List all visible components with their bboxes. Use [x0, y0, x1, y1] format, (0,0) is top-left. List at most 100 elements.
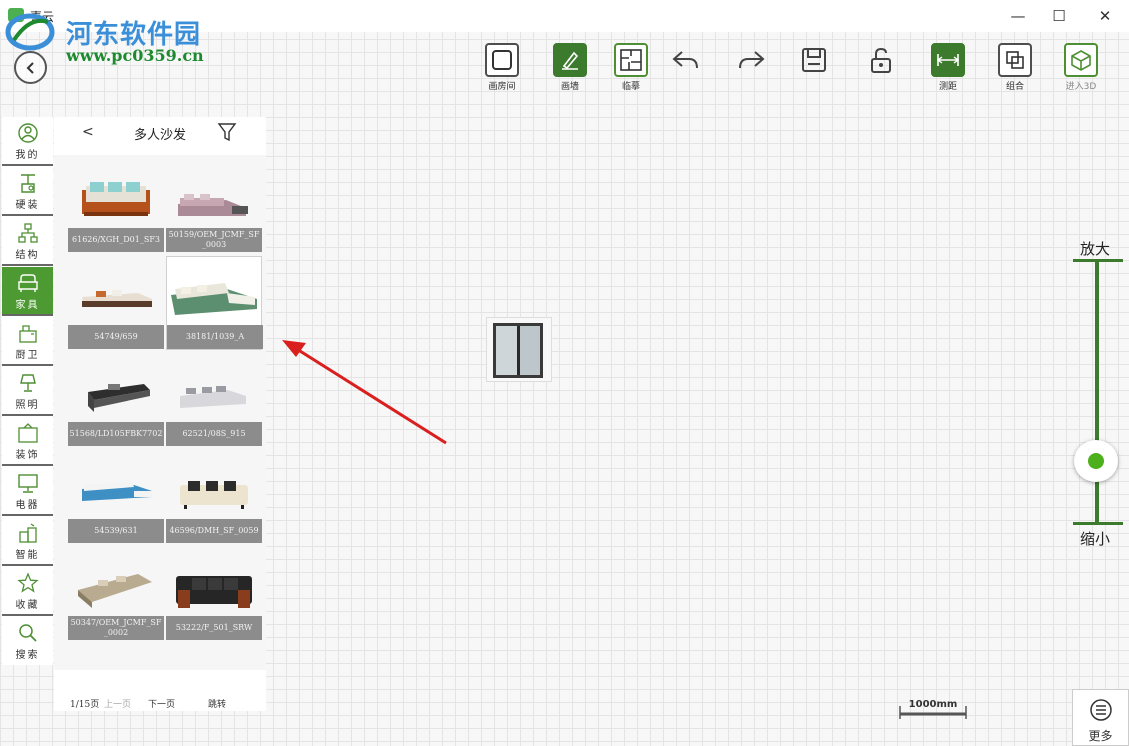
close-button[interactable]: ✕ — [1082, 0, 1128, 32]
tool-label: 测距 — [938, 82, 957, 92]
product-code: 62521/08S_915 — [166, 422, 262, 446]
minimize-button[interactable]: — — [995, 0, 1041, 32]
zoom-out-label[interactable]: 缩小 — [1080, 528, 1110, 549]
tool-save[interactable] — [784, 43, 844, 90]
category-lighting[interactable]: 照明 — [2, 367, 53, 416]
sofa-thumbnail — [78, 574, 152, 608]
category-structure[interactable]: 结构 — [2, 217, 53, 266]
tool-label: 临摹 — [621, 82, 640, 92]
tool-label — [721, 79, 781, 90]
product-card[interactable]: 50347/OEM_JCMF_SF_0002 — [68, 548, 164, 640]
more-button[interactable]: 更多 — [1072, 689, 1129, 746]
product-card[interactable]: 50159/OEM_JCMF_SF_0003 — [166, 160, 262, 252]
product-code: 38181/1039_A — [167, 325, 263, 349]
product-code: 53222/F_501_SRW — [166, 616, 262, 640]
filter-icon[interactable] — [217, 122, 237, 142]
tool-redo[interactable] — [721, 43, 781, 90]
product-card-selected[interactable]: 38181/1039_A — [166, 256, 263, 350]
tool-measure[interactable]: 测距 — [918, 43, 978, 92]
category-favorites[interactable]: 收藏 — [2, 567, 53, 616]
category-hard-decor[interactable]: 硬装 — [2, 167, 53, 216]
sofa-thumbnail — [171, 283, 257, 315]
category-smart[interactable]: 智能 — [2, 517, 53, 566]
canvas-window-object[interactable] — [486, 317, 552, 382]
next-page-button[interactable]: 下一页 — [148, 697, 175, 710]
prev-page-button[interactable]: 上一页 — [104, 697, 131, 710]
jump-page-button[interactable]: 跳转 — [208, 697, 226, 710]
category-decoration[interactable]: 装饰 — [2, 417, 53, 466]
product-card[interactable]: 54749/659 — [68, 257, 164, 349]
page-indicator: 1/15页 — [70, 700, 100, 710]
chevron-left-icon — [26, 61, 34, 74]
unlock-icon — [864, 43, 898, 77]
measure-icon — [931, 43, 965, 77]
kitchen-icon — [17, 322, 39, 344]
sofa-thumbnail — [180, 386, 246, 408]
sofa-thumbnail — [178, 194, 248, 216]
category-label: 电器 — [15, 500, 40, 511]
tool-label — [656, 79, 716, 90]
user-icon — [17, 122, 39, 144]
smart-icon — [17, 522, 39, 544]
tool-label: 画墙 — [560, 82, 579, 92]
undo-icon — [669, 43, 703, 77]
zoom-slider-track[interactable] — [1095, 262, 1099, 522]
product-card[interactable]: 54539/631 — [68, 451, 164, 543]
tool-lock[interactable] — [851, 43, 911, 90]
lamp-icon — [17, 372, 39, 394]
product-code: 50159/OEM_JCMF_SF_0003 — [166, 228, 262, 252]
tool-enter-3d[interactable]: 进入3D — [1051, 43, 1111, 92]
product-card[interactable]: 46596/DMH_SF_0059 — [166, 451, 262, 543]
tool-group[interactable]: 组合 — [985, 43, 1045, 92]
star-icon — [16, 572, 39, 594]
search-icon — [17, 622, 39, 644]
product-card[interactable]: 62521/08S_915 — [166, 354, 262, 446]
category-label: 装饰 — [15, 450, 40, 461]
sofa-icon — [17, 272, 39, 294]
product-code: 51568/LD105FBK7702 — [68, 422, 164, 446]
save-icon — [797, 43, 831, 77]
scale-label: 1000mm — [908, 699, 958, 710]
product-code: 54749/659 — [68, 325, 164, 349]
zoom-handle-dot — [1088, 453, 1104, 469]
annotation-arrow-icon — [282, 340, 447, 445]
group-icon — [998, 43, 1032, 77]
tool-trace[interactable]: 临摹 — [601, 43, 661, 92]
more-label: 更多 — [1088, 729, 1113, 743]
structure-icon — [17, 222, 39, 244]
tool-draw-room[interactable]: 画房间 — [472, 43, 532, 92]
sofa-thumbnail — [82, 290, 152, 307]
product-card[interactable]: 53222/F_501_SRW — [166, 548, 262, 640]
category-label: 厨卫 — [15, 350, 40, 361]
maximize-button[interactable]: ☐ — [1036, 0, 1082, 32]
category-mine[interactable]: 我的 — [2, 117, 53, 166]
tool-label: 进入3D — [1065, 82, 1097, 92]
category-furniture[interactable]: 家具 — [2, 267, 53, 316]
tool-draw-wall[interactable]: 画墙 — [540, 43, 600, 92]
sofa-thumbnail — [82, 182, 150, 216]
category-appliances[interactable]: 电器 — [2, 467, 53, 516]
category-search[interactable]: 搜索 — [2, 617, 53, 666]
category-label: 智能 — [15, 550, 40, 561]
tool-label: 组合 — [1005, 82, 1024, 92]
tool-undo[interactable] — [656, 43, 716, 90]
category-sidebar: 我的 硬装 结构 家具 厨卫 照明 装饰 电器 智能 收藏 搜索 — [2, 117, 53, 665]
back-button[interactable] — [14, 51, 47, 84]
panel-back-button[interactable]: < — [82, 124, 94, 140]
room-icon — [485, 43, 519, 77]
tool-label — [851, 79, 911, 90]
monitor-icon — [17, 472, 39, 494]
category-label: 硬装 — [15, 200, 40, 211]
zoom-slider-handle[interactable] — [1074, 440, 1118, 482]
decor-icon — [17, 422, 39, 444]
sofa-thumbnail — [176, 576, 252, 608]
product-card[interactable]: 51568/LD105FBK7702 — [68, 354, 164, 446]
cube-3d-icon — [1064, 43, 1098, 77]
zoom-in-label[interactable]: 放大 — [1080, 238, 1110, 259]
menu-icon — [1089, 699, 1112, 721]
product-card[interactable]: 61626/XGH_D01_SF3 — [68, 160, 164, 252]
category-kitchen-bath[interactable]: 厨卫 — [2, 317, 53, 366]
window-icon — [493, 323, 543, 378]
watermark-logo-icon — [5, 13, 55, 51]
redo-icon — [734, 43, 768, 77]
